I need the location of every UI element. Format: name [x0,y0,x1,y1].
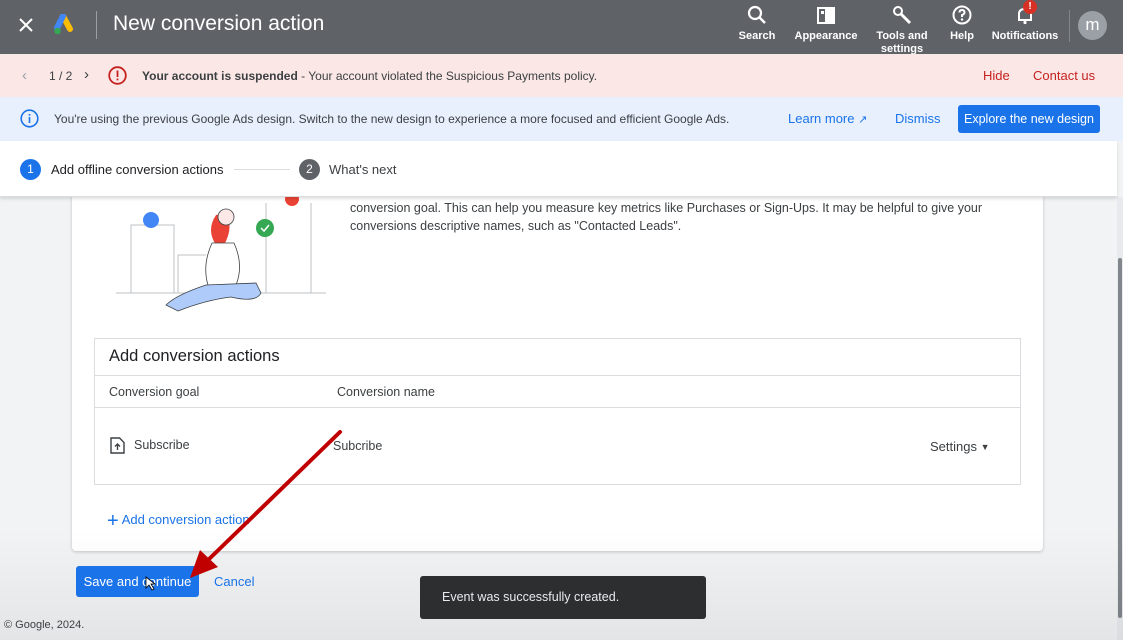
search-label: Search [738,30,776,42]
success-toast: Event was successfully created. [420,576,706,619]
search-button[interactable]: Search [738,3,776,43]
notifications-label: Notifications [991,30,1059,42]
conversion-goal-cell: Subscribe [134,438,190,452]
scrollbar-thumb[interactable] [1118,258,1122,618]
main-card: conversion goal. This can help you measu… [72,180,1043,551]
chevron-right-icon[interactable]: › [84,66,89,83]
help-icon [946,3,978,27]
conversion-name-cell[interactable]: Subcribe [333,439,382,453]
column-header-goal: Conversion goal [109,385,200,399]
step-1-label[interactable]: Add offline conversion actions [51,162,223,177]
chevron-left-icon[interactable]: ‹ [22,67,27,84]
search-icon [738,3,776,27]
close-icon[interactable] [13,12,39,38]
table-heading: Add conversion actions [109,347,280,365]
add-conversion-action-label: Add conversion action [121,512,250,527]
add-conversion-action-button[interactable]: + Add conversion action [107,510,250,533]
notifications-button[interactable]: ! Notifications [990,0,1060,43]
wrench-icon [872,3,932,27]
appearance-button[interactable]: Appearance [794,3,858,43]
save-and-continue-button[interactable]: Save and continue [76,566,199,597]
page-title: New conversion action [113,12,325,35]
step-2-number: 2 [299,159,320,180]
title-divider [96,11,97,39]
help-label: Help [950,30,974,42]
plus-icon: + [107,510,119,532]
table-header-row: Conversion goal Conversion name [95,375,1020,408]
top-app-bar: New conversion action Search Appearance … [0,0,1123,56]
appearance-label: Appearance [794,30,858,42]
copyright-text: © Google, 2024. [4,619,85,631]
settings-dropdown[interactable]: Settings ▼ [930,439,990,454]
table-row: Subscribe Subcribe Settings ▼ [95,419,1020,469]
column-header-name: Conversion name [337,385,435,399]
learn-more-label: Learn more [788,111,855,126]
step-connector [234,169,290,170]
explore-new-design-button[interactable]: Explore the new design [958,105,1100,133]
contact-us-button[interactable]: Contact us [1033,68,1095,83]
new-design-banner: You're using the previous Google Ads des… [0,97,1123,141]
toolbar-divider [1069,10,1070,42]
external-link-icon: ↗ [858,114,868,126]
help-button[interactable]: Help [946,3,978,43]
info-icon [20,109,39,128]
step-1-number: 1 [20,159,41,180]
hide-button[interactable]: Hide [983,68,1010,83]
suspend-message-bold: Your account is suspended [142,69,298,83]
settings-label: Settings [930,439,977,454]
caret-down-icon: ▼ [980,442,990,452]
conversion-actions-table: Add conversion actions Conversion goal C… [94,338,1021,485]
account-suspended-banner: ‹ 1 / 2 › Your account is suspended - Yo… [0,54,1123,97]
cancel-button[interactable]: Cancel [214,574,254,589]
tools-settings-button[interactable]: Tools and settings [872,3,932,56]
google-ads-logo [54,13,78,36]
illustration-image [116,185,330,315]
step-2-label[interactable]: What's next [329,162,397,177]
suspend-message: Your account is suspended - Your account… [142,69,597,83]
banner-counter: 1 / 2 [49,69,73,83]
info-message: You're using the previous Google Ads des… [54,112,730,126]
upload-file-icon [110,437,125,454]
notification-badge: ! [1023,0,1037,14]
bell-icon: ! [990,0,1060,27]
suspend-message-text: - Your account violated the Suspicious P… [297,69,598,83]
appearance-icon [794,3,858,27]
stepper: 1 Add offline conversion actions 2 What'… [0,141,1117,197]
avatar[interactable]: m [1078,11,1107,40]
description-text: conversion goal. This can help you measu… [350,201,983,233]
tools-settings-label: Tools and settings [876,30,928,55]
dismiss-button[interactable]: Dismiss [895,111,941,126]
learn-more-link[interactable]: Learn more ↗ [788,111,867,126]
error-icon [108,66,127,85]
